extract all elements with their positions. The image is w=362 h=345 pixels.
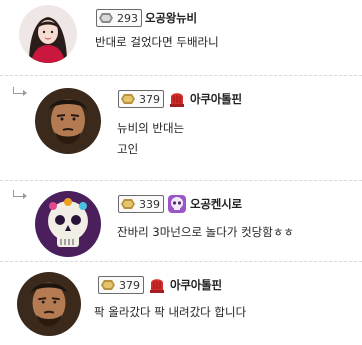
red-bell-emblem-icon — [150, 279, 164, 293]
comment-item: 339 오공켄시로 잔바리 3마넌으로 놀다가 컷당함ㅎㅎ — [0, 181, 362, 261]
comment-item: 293 오공왕뉴비 반대로 걸었다면 두배라니 — [0, 0, 362, 72]
level-badge: 379 — [98, 276, 144, 294]
warrior-portrait-icon — [17, 272, 81, 336]
comment-header: 379 아쿠아톨핀 — [118, 89, 242, 109]
avatar[interactable] — [19, 5, 77, 63]
level-icon — [121, 199, 135, 209]
warrior-portrait-icon — [35, 88, 101, 154]
level-number: 379 — [119, 278, 140, 292]
girl-portrait-icon — [19, 5, 77, 63]
skull-portrait-icon — [35, 191, 101, 257]
avatar[interactable] — [17, 272, 81, 336]
comment-text: 잔바리 3마넌으로 놀다가 컷당함ㅎㅎ — [117, 225, 294, 239]
avatar[interactable] — [35, 191, 101, 257]
comment-header: 293 오공왕뉴비 — [96, 8, 197, 28]
level-number: 339 — [139, 197, 160, 211]
red-bell-emblem-icon — [170, 93, 184, 107]
avatar[interactable] — [35, 88, 101, 154]
comment-header: 339 오공켄시로 — [118, 194, 242, 214]
comment-text: 반대로 걸었다면 두배라니 — [95, 35, 219, 49]
reply-arrow-icon — [13, 87, 27, 96]
level-icon — [121, 94, 135, 104]
comment-text: 뉴비의 반대는 — [117, 121, 185, 135]
comment-text: 고인 — [117, 142, 139, 156]
author-nickname[interactable]: 오공왕뉴비 — [145, 10, 197, 26]
author-nickname[interactable]: 아쿠아톨핀 — [190, 91, 242, 107]
author-nickname[interactable]: 아쿠아톨핀 — [170, 277, 222, 293]
level-icon — [101, 280, 115, 290]
reply-arrow-icon — [13, 190, 27, 199]
comment-item: 379 아쿠아톨핀 뉴비의 반대는 고인 — [0, 76, 362, 180]
level-badge: 339 — [118, 195, 164, 213]
level-badge: 293 — [96, 9, 142, 27]
level-badge: 379 — [118, 90, 164, 108]
level-icon — [99, 13, 113, 23]
comment-text: 팍 올라갔다 팍 내려갔다 합니다 — [94, 305, 247, 319]
author-nickname[interactable]: 오공켄시로 — [190, 196, 242, 212]
comment-header: 379 아쿠아톨핀 — [98, 275, 222, 295]
level-number: 379 — [139, 92, 160, 106]
comment-item: 379 아쿠아톨핀 팍 올라갔다 팍 내려갔다 합니다 — [0, 262, 362, 345]
purple-skull-emblem-icon — [168, 195, 186, 213]
level-number: 293 — [117, 11, 138, 25]
